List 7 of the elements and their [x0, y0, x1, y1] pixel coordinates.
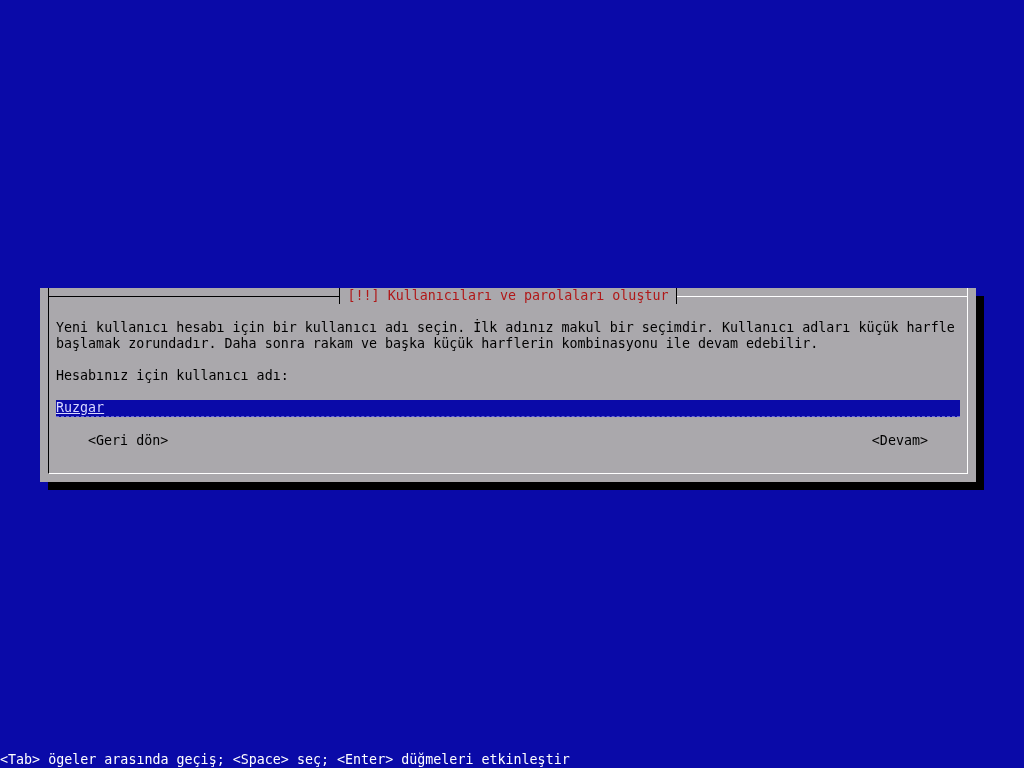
message-text: Yeni kullanıcı hesabı için bir kullanıcı adı seçin. İlk adınız makul bir seçimdir. Kullanıcı adları küçük harfle başlamak zorundadır. Daha sonra rakam ve başka küçük harflerin kombinasyonu ile devam edebilir.	[56, 320, 956, 352]
input-field[interactable]: Ruzgar	[56, 400, 960, 417]
dialog-button[interactable]: <Devam>	[871, 433, 928, 449]
help-text: <Tab> ögeler arasında geçiş; <Space> seç; <Enter> düğmeleri etkinleştir	[0, 752, 571, 768]
field-label: Hesabınız için kullanıcı adı:	[56, 368, 290, 384]
dialog-title: [!!] Kullanıcıları ve parolaları oluştur	[338, 288, 678, 304]
dialog-button[interactable]: <Geri dön>	[88, 433, 169, 449]
